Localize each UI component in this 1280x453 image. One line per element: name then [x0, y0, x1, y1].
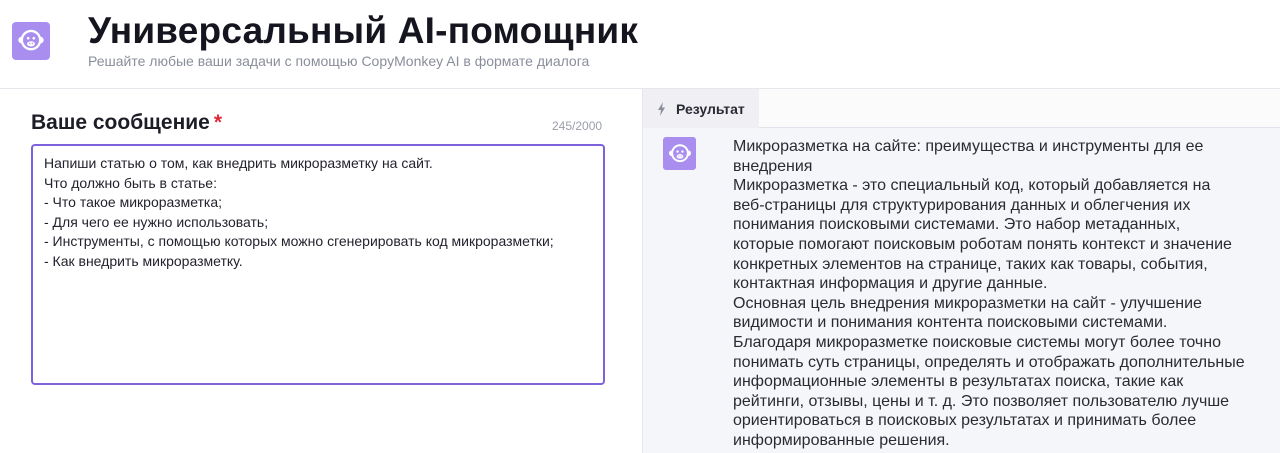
result-tabbar: Результат	[643, 89, 1280, 128]
required-mark: *	[213, 111, 223, 134]
lightning-icon	[658, 101, 665, 116]
textarea-line: - Для чего ее нужно использовать;	[44, 213, 269, 230]
result-line: Основная цель внедрения микроразметки на…	[733, 294, 1202, 312]
result-line: ориентироваться в поисковых результатах …	[733, 412, 1197, 430]
result-line: которые помогают поисковым роботам понят…	[733, 235, 1232, 253]
result-line: контактная информация и другие данные.	[733, 275, 1048, 293]
textarea-line: Напиши статью о том, как внедрить микрор…	[44, 155, 433, 171]
textarea-line: - Что такое микроразметка;	[44, 194, 223, 210]
result-line: Микроразметка - это специальный код, кот…	[733, 177, 1211, 195]
avatar	[663, 137, 696, 170]
result-line: рейтинги, отзывы, цены и т. д. Это позво…	[733, 392, 1230, 410]
textarea-line: - Инструменты, с помощью которых можно с…	[44, 233, 554, 249]
page-subtitle: Решайте любые ваши задачи с помощью Copy…	[88, 53, 590, 69]
result-panel: Результат Микроразметка на сайте: преиму…	[642, 89, 1280, 453]
result-line: понимания поисковыми системами. Это набо…	[733, 216, 1181, 234]
result-text: Микроразметка на сайте: преимущества и и…	[733, 137, 1273, 451]
textarea-line: Что должно быть в статье:	[44, 174, 217, 191]
page-title: Универсальный AI-помощник	[88, 10, 639, 51]
result-line: видимости и понимания контента поисковым…	[733, 314, 1168, 332]
message-label: Ваше сообщение *	[31, 111, 222, 135]
tab-result[interactable]: Результат	[643, 89, 759, 128]
result-line: информированные решения.	[733, 431, 950, 449]
monkey-icon	[668, 143, 691, 162]
result-line: Микроразметка на сайте: преимущества и и…	[733, 138, 1204, 155]
result-content: Микроразметка на сайте: преимущества и и…	[643, 129, 1280, 453]
tab-result-label: Результат	[676, 100, 745, 117]
result-line: внедрения	[733, 157, 813, 175]
message-panel: Ваше сообщение * 245/2000 Напиши статью о…	[0, 89, 642, 453]
result-line: понимать суть страницы, определять и ото…	[733, 353, 1245, 371]
message-textarea[interactable]: Напиши статью о том, как внедрить микрор…	[31, 144, 605, 385]
result-line: веб-страницы для структурирования данных…	[733, 196, 1191, 214]
logo[interactable]	[12, 22, 50, 60]
result-line: Благодаря микроразметке поисковые систем…	[733, 333, 1221, 351]
character-counter: 245/2000	[552, 119, 603, 133]
result-line: конкретных элементов на странице, таких …	[733, 255, 1208, 273]
textarea-line: - Как внедрить микроразметку.	[44, 252, 243, 269]
monkey-icon	[18, 29, 44, 51]
page-header: Универсальный AI-помощник Решайте любые …	[0, 0, 1280, 89]
result-line: информационные элементы в результатах по…	[733, 373, 1184, 391]
message-label-text: Ваше сообщение	[31, 111, 210, 134]
